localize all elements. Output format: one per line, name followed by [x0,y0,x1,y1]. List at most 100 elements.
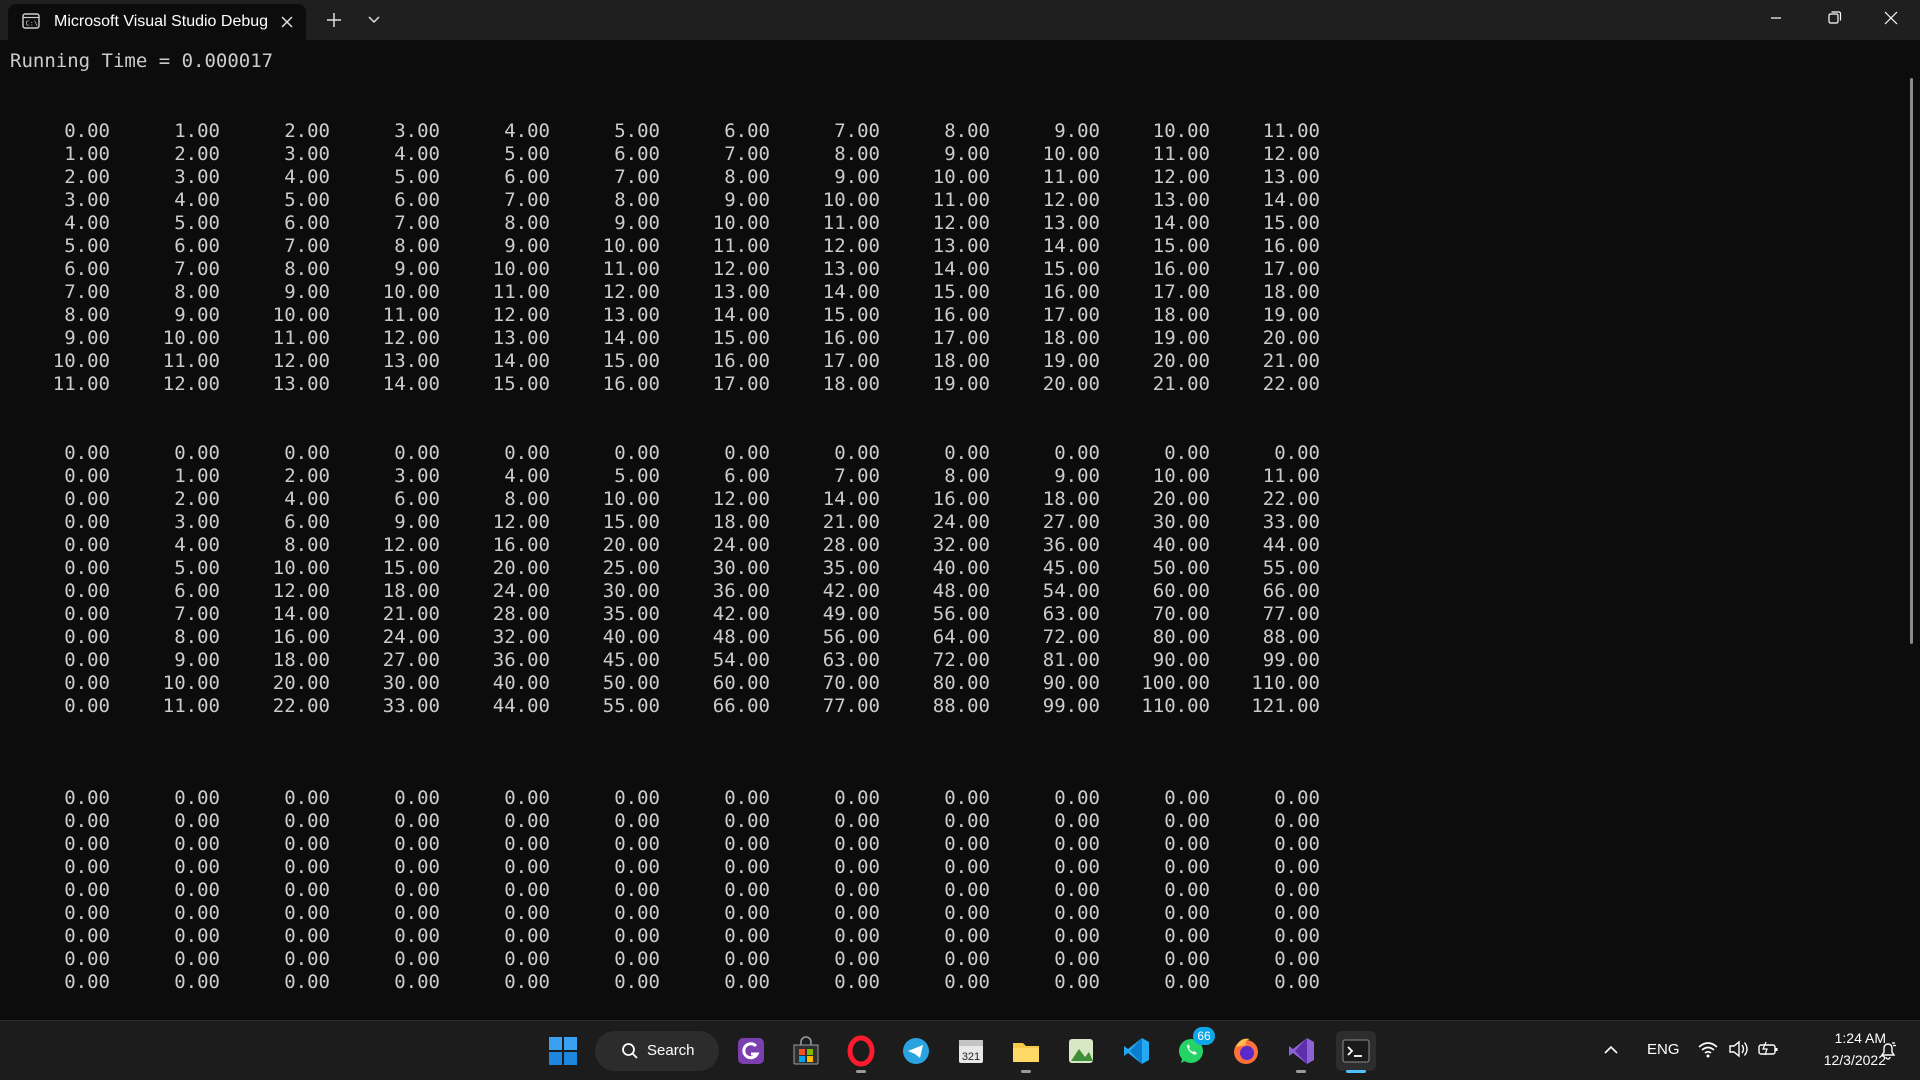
taskbar-terminal[interactable] [1336,1031,1376,1073]
start-button[interactable] [543,1031,583,1071]
chevron-down-icon[interactable] [364,12,384,28]
matrix-cell: 0.00 [724,948,770,970]
console-output[interactable]: Running Time = 0.000017 0.00 1.00 2.00 3.00… [0,40,1904,1020]
matrix-cell: 12.00 [272,350,330,372]
matrix-cell: 15.00 [822,304,880,326]
matrix-cell: 35.00 [822,557,880,579]
matrix-cell: 13.00 [1042,212,1100,234]
matrix-cell: 9.00 [504,235,550,257]
scrollbar-thumb[interactable] [1910,78,1913,644]
taskbar-pdf-app[interactable] [731,1031,771,1071]
matrix-row: 0.00 9.00 18.00 27.00 36.00 45.00 54.00 63.00 72… [0,649,1320,672]
matrix-cell: 9.00 [1054,120,1100,142]
matrix-cell: 0.00 [174,925,220,947]
matrix-cell: 9.00 [944,143,990,165]
matrix-cell: 4.00 [394,143,440,165]
taskbar-search[interactable]: Search [595,1031,719,1071]
matrix-cell: 25.00 [602,557,660,579]
taskbar-photo-app[interactable] [1061,1031,1101,1071]
close-window-button[interactable] [1862,0,1920,40]
matrix-cell: 0.00 [64,695,110,717]
matrix-cell: 63.00 [1042,603,1100,625]
matrix-row: 8.00 9.00 10.00 11.00 12.00 13.00 14.00 15.00 16… [0,304,1320,327]
matrix-cell: 12.00 [272,580,330,602]
vertical-scrollbar[interactable] [1904,40,1920,1020]
close-icon[interactable] [276,11,298,33]
matrix-cell: 5.00 [64,235,110,257]
matrix-cell: 0.00 [394,810,440,832]
matrix-cell: 0.00 [64,649,110,671]
matrix-cell: 0.00 [64,948,110,970]
matrix-cell: 0.00 [284,787,330,809]
matrix-cell: 19.00 [1152,327,1210,349]
matrix-cell: 0.00 [64,603,110,625]
chevron-up-icon[interactable] [1602,1043,1620,1057]
matrix-cell: 15.00 [602,350,660,372]
matrix-cell: 19.00 [932,373,990,395]
language-indicator[interactable]: ENG [1647,1041,1680,1058]
matrix-cell: 0.00 [1054,856,1100,878]
taskbar-firefox[interactable] [1226,1031,1266,1071]
tab-title: Microsoft Visual Studio Debug Console [54,13,268,30]
matrix-cell: 2.00 [64,166,110,188]
matrix-cell: 8.00 [724,166,770,188]
taskbar-store[interactable] [786,1031,826,1071]
matrix-cell: 6.00 [614,143,660,165]
matrix-cell: 8.00 [284,258,330,280]
matrix-cell: 17.00 [932,327,990,349]
matrix-cell: 4.00 [174,534,220,556]
matrix-cell: 6.00 [724,465,770,487]
taskbar-opera[interactable] [841,1031,881,1073]
matrix-cell: 13.00 [492,327,550,349]
matrix-cell: 0.00 [64,534,110,556]
matrix-cell: 45.00 [602,649,660,671]
taskbar-whatsapp[interactable]: 66 [1171,1027,1215,1071]
plus-icon[interactable] [322,10,346,30]
calendar-app-icon: 321 [959,1040,983,1063]
running-indicator [1021,1070,1031,1073]
matrix-row: 6.00 7.00 8.00 9.00 10.00 11.00 12.00 13.00 14.0… [0,258,1320,281]
matrix-cell: 3.00 [174,166,220,188]
matrix-cell: 7.00 [834,465,880,487]
taskbar-visual-studio[interactable] [1281,1031,1321,1073]
matrix-cell: 42.00 [712,603,770,625]
matrix-cell: 0.00 [284,442,330,464]
matrix-cell: 10.00 [822,189,880,211]
matrix-cell: 20.00 [272,672,330,694]
matrix-cell: 0.00 [64,511,110,533]
matrix-cell: 10.00 [162,327,220,349]
matrix-cell: 15.00 [1262,212,1320,234]
matrix-cell: 16.00 [602,373,660,395]
matrix-cell: 8.00 [944,120,990,142]
taskbar-file-explorer[interactable] [1006,1031,1046,1073]
matrix-cell: 1.00 [174,120,220,142]
matrix-cell: 0.00 [724,971,770,993]
matrix-cell: 2.00 [174,488,220,510]
matrix-row: 0.00 2.00 4.00 6.00 8.00 10.00 12.00 14.00 16.00… [0,488,1320,511]
matrix-cell: 14.00 [492,350,550,372]
matrix-cell: 99.00 [1262,649,1320,671]
matrix-cell: 10.00 [602,488,660,510]
minimize-button[interactable] [1747,0,1805,40]
wifi-icon[interactable] [1697,1039,1719,1059]
matrix-cell: 18.00 [712,511,770,533]
matrix-cell: 0.00 [944,810,990,832]
matrix-cell: 30.00 [712,557,770,579]
matrix-cell: 12.00 [712,488,770,510]
matrix-cell: 9.00 [174,649,220,671]
volume-icon[interactable] [1727,1039,1749,1059]
notification-badge: 66 [1193,1027,1215,1045]
taskbar-vscode[interactable] [1116,1031,1156,1071]
matrix-cell: 0.00 [724,902,770,924]
taskbar-calendar-app[interactable]: 321 [951,1031,991,1071]
taskbar-telegram[interactable] [896,1031,936,1071]
clock-time[interactable]: 1:24 AM [1760,1030,1886,1046]
matrix-cell: 0.00 [504,971,550,993]
clock-date[interactable]: 12/3/2022 [1760,1052,1886,1068]
matrix-cell: 0.00 [614,442,660,464]
matrix-cell: 110.00 [1141,695,1210,717]
tab-debug-console[interactable]: C:\ Microsoft Visual Studio Debug Consol… [8,4,306,40]
notification-bell-icon[interactable] [1877,1039,1899,1061]
matrix-cell: 0.00 [64,833,110,855]
restore-button[interactable] [1805,0,1863,40]
